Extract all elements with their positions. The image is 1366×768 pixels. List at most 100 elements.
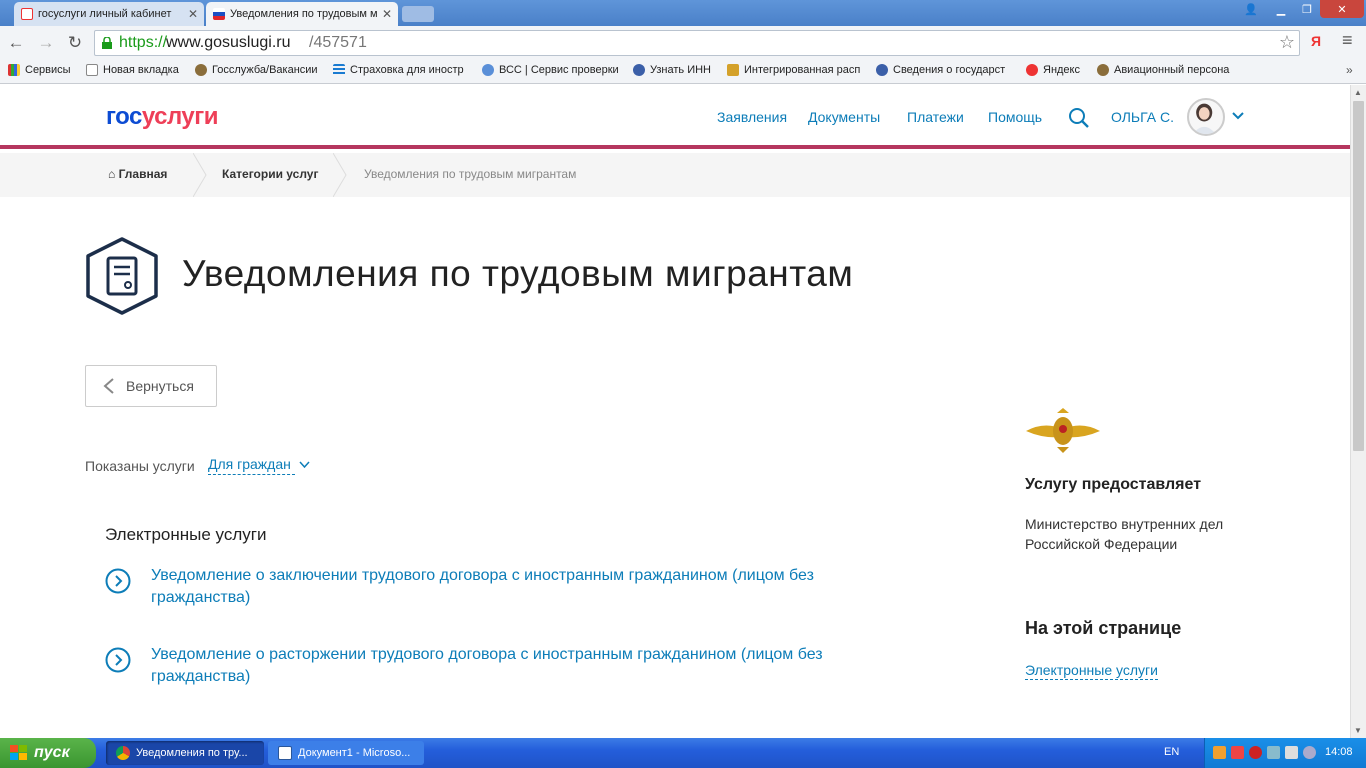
user-avatar-icon (1192, 103, 1216, 134)
system-tray: 14:08 (1204, 738, 1366, 768)
site-header: госуслуги Заявления Документы Платежи По… (0, 85, 1350, 149)
reload-icon[interactable]: ↻ (65, 33, 85, 53)
bookmark-vss[interactable]: ВСС | Сервис проверки (482, 64, 619, 76)
user-name[interactable]: ОЛЬГА С. (1111, 109, 1174, 125)
breadcrumb-current: Уведомления по трудовым мигрантам (364, 167, 577, 181)
browser-titlebar: госуслуги личный кабинет ✕ Уведомления п… (0, 0, 1366, 26)
provider-name: Министерство внутренних дел Российской Ф… (1025, 516, 1224, 552)
tray-network-icon[interactable] (1267, 746, 1280, 759)
nav-documents[interactable]: Документы (808, 109, 880, 125)
section-heading: Электронные услуги (105, 525, 267, 544)
bookmark-apps[interactable]: Сервисы (8, 64, 71, 76)
chevron-circle-icon[interactable] (105, 568, 131, 594)
eagle-icon (1097, 64, 1109, 76)
taskbar: пуск Уведомления по тру... Документ1 - M… (0, 738, 1366, 768)
yandex-icon (1026, 64, 1038, 76)
document-hexagon-icon (86, 237, 158, 315)
close-tab-icon[interactable]: ✕ (188, 7, 198, 21)
tray-app-icon[interactable] (1213, 746, 1226, 759)
chevron-down-icon[interactable] (299, 461, 310, 469)
page-scrollbar[interactable]: ▲ ▼ (1350, 85, 1366, 738)
nav-help[interactable]: Помощь (988, 109, 1042, 125)
breadcrumb-home[interactable]: ⌂ Главная (108, 167, 167, 181)
bookmark-gossluzhba[interactable]: Госслужба/Вакансии (195, 64, 318, 76)
breadcrumb-separator (193, 153, 207, 197)
service-link-termination[interactable]: Уведомление о расторжении трудового дого… (151, 644, 871, 688)
shown-services-label: Показаны услуги (85, 458, 195, 474)
russian-flag-icon (213, 8, 225, 20)
scroll-up-icon[interactable]: ▲ (1354, 88, 1362, 97)
tray-mail-icon[interactable] (1231, 746, 1244, 759)
bookmark-insurance[interactable]: Страховка для иностр (333, 64, 464, 76)
minimize-button[interactable]: ▁ (1268, 0, 1294, 18)
home-icon: ⌂ (108, 167, 116, 181)
seal-icon (876, 64, 888, 76)
chevron-left-icon (103, 378, 114, 394)
bookmark-aviation[interactable]: Авиационный персона (1097, 64, 1229, 76)
globe-icon (482, 64, 494, 76)
pen-icon (727, 64, 739, 76)
tab-title: госуслуги личный кабинет (38, 8, 172, 20)
address-bar[interactable]: https:// www.gosuslugi.ru /457571 ☆ (94, 30, 1300, 56)
service-link-conclusion[interactable]: Уведомление о заключении трудового догов… (151, 565, 871, 609)
scroll-thumb[interactable] (1353, 101, 1364, 451)
back-arrow-icon[interactable]: ← (6, 33, 26, 53)
bookmark-state-info[interactable]: Сведения о государст (876, 64, 1005, 76)
bookmark-new-tab[interactable]: Новая вкладка (86, 64, 179, 76)
windows-logo-icon (10, 745, 27, 760)
taskbar-item-chrome[interactable]: Уведомления по тру... (106, 741, 264, 765)
chrome-icon (116, 746, 130, 760)
breadcrumb-categories[interactable]: Категории услуг (222, 167, 318, 181)
eagle-icon (195, 64, 207, 76)
lock-icon (102, 37, 112, 49)
mvd-emblem-icon (1026, 408, 1100, 453)
yandex-extension-icon[interactable]: Я (1311, 33, 1321, 49)
chrome-menu-icon[interactable]: ≡ (1342, 30, 1353, 51)
browser-toolbar: ← → ↻ https:// www.gosuslugi.ru /457571 … (0, 26, 1366, 60)
toc-heading: На этой странице (1025, 618, 1182, 638)
nav-payments[interactable]: Платежи (907, 109, 964, 125)
start-button[interactable]: пуск (0, 738, 96, 768)
profile-icon[interactable]: 👤 (1238, 0, 1264, 18)
back-button[interactable]: Вернуться (85, 365, 217, 407)
tray-misc-icon[interactable] (1303, 746, 1316, 759)
audience-dropdown[interactable]: Для граждан (208, 456, 295, 475)
language-indicator[interactable]: EN (1164, 746, 1179, 758)
breadcrumb-separator (333, 153, 347, 197)
gosuslugi-logo[interactable]: госуслуги (106, 103, 219, 131)
url-protocol: https:// (119, 34, 168, 51)
tab-gosuslugi-cabinet[interactable]: госуслуги личный кабинет ✕ (14, 2, 204, 26)
forward-arrow-icon[interactable]: → (36, 33, 56, 53)
page-title: Уведомления по трудовым мигрантам (182, 253, 854, 294)
bookmark-inn[interactable]: Узнать ИНН (633, 64, 711, 76)
chevron-circle-icon[interactable] (105, 647, 131, 673)
bookmark-yandex[interactable]: Яндекс (1026, 64, 1080, 76)
close-window-button[interactable]: ✕ (1320, 0, 1364, 18)
url-path: /457571 (309, 34, 367, 51)
apps-grid-icon (8, 64, 20, 76)
bookmark-integrated[interactable]: Интегрированная расп (727, 64, 860, 76)
avatar[interactable] (1187, 98, 1225, 136)
chevron-down-icon[interactable] (1232, 112, 1244, 120)
tray-shield-icon[interactable] (1249, 746, 1262, 759)
tab-migrant-notifications[interactable]: Уведомления по трудовым м ✕ (206, 2, 398, 26)
scroll-down-icon[interactable]: ▼ (1354, 726, 1362, 735)
tray-volume-icon[interactable] (1285, 746, 1298, 759)
tax-seal-icon (633, 64, 645, 76)
breadcrumb: ⌂ Главная Категории услуг Уведомления по… (0, 153, 1350, 197)
taskbar-item-word[interactable]: Документ1 - Microso... (268, 741, 424, 765)
bookmark-star-icon[interactable]: ☆ (1279, 32, 1295, 53)
tab-title: Уведомления по трудовым м (230, 8, 378, 20)
search-icon[interactable] (1068, 107, 1090, 129)
more-bookmarks-icon[interactable]: » (1346, 63, 1353, 77)
close-tab-icon[interactable]: ✕ (382, 7, 392, 21)
clock: 14:08 (1325, 746, 1353, 758)
toc-link-electronic-services[interactable]: Электронные услуги (1025, 662, 1158, 680)
url-host: www.gosuslugi.ru (166, 34, 291, 51)
new-tab-button[interactable] (402, 6, 434, 22)
stripes-icon (333, 64, 345, 76)
maximize-button[interactable]: ❐ (1294, 0, 1320, 18)
nav-applications[interactable]: Заявления (717, 109, 787, 125)
page-icon (86, 64, 98, 76)
web-page: госуслуги Заявления Документы Платежи По… (0, 85, 1350, 738)
